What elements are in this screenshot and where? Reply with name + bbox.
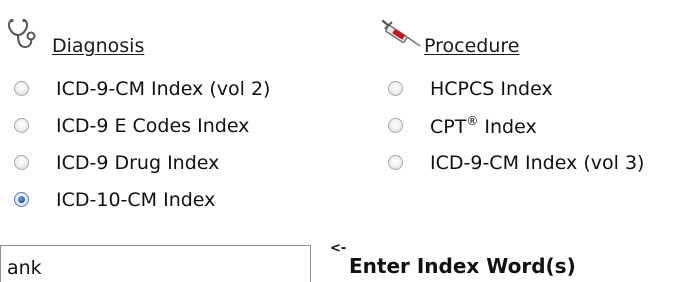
- radio-option-icd9-drug[interactable]: ICD-9 Drug Index: [6, 144, 270, 181]
- radio-button-selected[interactable]: [14, 192, 29, 207]
- radio-label-cpt: CPT® Index: [430, 114, 537, 138]
- radio-button[interactable]: [14, 81, 29, 96]
- procedure-heading-link[interactable]: Procedure: [424, 35, 519, 57]
- enter-index-words-label: Enter Index Word(s): [349, 254, 576, 278]
- diagnosis-options: ICD-9-CM Index (vol 2) ICD-9 E Codes Ind…: [6, 70, 270, 218]
- stethoscope-icon: [6, 18, 38, 56]
- radio-button[interactable]: [388, 118, 403, 133]
- cpt-text: CPT: [430, 115, 467, 138]
- index-search-form: Diagnosis ICD-9-CM Index (vol 2) ICD-9 E…: [0, 0, 700, 282]
- radio-option-icd9cm-vol3[interactable]: ICD-9-CM Index (vol 3): [380, 144, 644, 181]
- radio-label: ICD-9 Drug Index: [56, 151, 220, 174]
- cpt-suffix: Index: [478, 115, 537, 138]
- radio-label: ICD-9 E Codes Index: [56, 114, 250, 137]
- radio-button[interactable]: [388, 155, 403, 170]
- search-row: <- Enter Index Word(s): [0, 235, 700, 282]
- arrow-indicator: <-: [330, 241, 347, 256]
- diagnosis-section: Diagnosis ICD-9-CM Index (vol 2) ICD-9 E…: [6, 18, 270, 218]
- diagnosis-heading: Diagnosis: [6, 18, 270, 64]
- diagnosis-heading-link[interactable]: Diagnosis: [52, 35, 144, 57]
- radio-label: HCPCS Index: [430, 77, 553, 100]
- radio-option-cpt[interactable]: CPT® Index: [380, 107, 644, 144]
- radio-label: ICD-9-CM Index (vol 2): [56, 77, 271, 100]
- radio-label: ICD-10-CM Index: [56, 188, 216, 211]
- radio-label: ICD-9-CM Index (vol 3): [430, 151, 645, 174]
- radio-button[interactable]: [388, 81, 403, 96]
- registered-mark: ®: [466, 113, 479, 128]
- radio-option-hcpcs[interactable]: HCPCS Index: [380, 70, 644, 107]
- radio-option-icd9-e-codes[interactable]: ICD-9 E Codes Index: [6, 107, 270, 144]
- syringe-icon: [380, 18, 424, 56]
- radio-button[interactable]: [14, 118, 29, 133]
- radio-option-icd9cm-vol2[interactable]: ICD-9-CM Index (vol 2): [6, 70, 270, 107]
- radio-option-icd10cm[interactable]: ICD-10-CM Index: [6, 181, 270, 218]
- procedure-section: Procedure HCPCS Index CPT® Index ICD-9-C…: [380, 18, 644, 181]
- procedure-heading: Procedure: [380, 18, 644, 64]
- radio-button[interactable]: [14, 155, 29, 170]
- index-word-input[interactable]: [0, 245, 311, 282]
- procedure-options: HCPCS Index CPT® Index ICD-9-CM Index (v…: [380, 70, 644, 181]
